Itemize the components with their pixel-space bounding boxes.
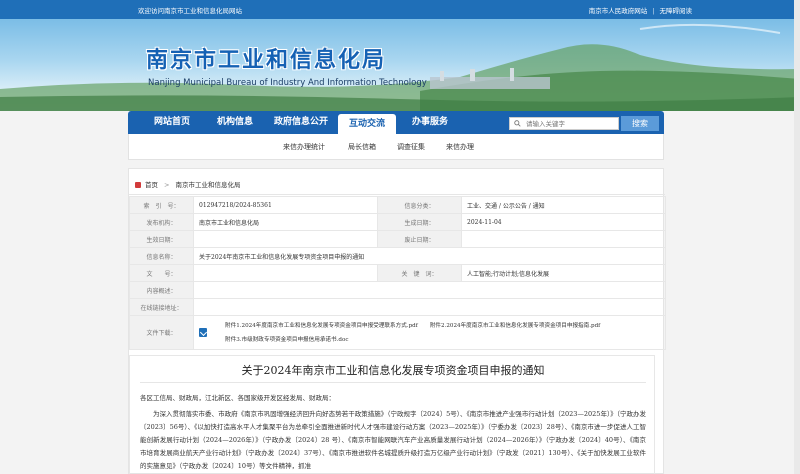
docno-label: 文 号： <box>129 264 194 282</box>
summary-label: 内容概述： <box>129 281 194 299</box>
document-paragraph: 为深入贯彻落实市委、市政府《南京市巩固增强经济回升向好态势若干政策措施》（宁政规… <box>140 410 646 470</box>
issuer-value: 南京市工业和信息化局 <box>193 213 378 231</box>
effective-value <box>193 230 378 248</box>
category-value: 工业、交通 / 公示公告 / 通知 <box>461 196 666 214</box>
download-icon <box>199 328 207 337</box>
attachment-link[interactable]: 附件1.2024年度南京市工业和信息化发展专项资金项目申报受理联系方式.pdf <box>225 323 418 329</box>
name-value: 关于2024年南京市工业和信息化发展专项资金项目申报的通知 <box>193 247 666 265</box>
info-meta-table: 索 引 号： 012947218/2024-85361 信息分类： 工业、交通 … <box>129 196 666 350</box>
nav-org-info[interactable]: 机构信息 <box>206 111 264 134</box>
breadcrumb-home[interactable]: 首页 <box>145 181 158 189</box>
top-bar: 欢迎访问南京市工业和信息化局网站 南京市人民政府网站 | 无障碍阅读 <box>0 0 800 19</box>
site-title-english: Nanjing Municipal Bureau of Industry And… <box>148 78 427 88</box>
issuer-label: 发布机构： <box>129 213 194 231</box>
summary-value <box>193 281 666 299</box>
keywords-value: 人工智能;行动计划;信息化发展 <box>461 264 666 282</box>
subnav-survey[interactable]: 调查征集 <box>397 142 425 152</box>
content-panel: 首页 > 南京市工业和信息化局 索 引 号： 012947218/2024-8536… <box>128 168 666 474</box>
breadcrumb: 首页 > 南京市工业和信息化局 <box>135 179 240 189</box>
gov-site-link[interactable]: 南京市人民政府网站 <box>589 7 648 15</box>
home-icon <box>135 182 141 188</box>
subnav-handling[interactable]: 来信办理 <box>446 142 474 152</box>
online-link-value <box>193 298 666 316</box>
document-text: 各区工信局、财政局，江北新区、各国家级开发区经发局、财政局： 为深入贯彻落实市委… <box>140 392 646 474</box>
date-value: 2024-11-04 <box>461 213 666 231</box>
search-icon <box>514 120 521 127</box>
document-title: 关于2024年南京市工业和信息化发展专项资金项目申报的通知 <box>241 364 545 377</box>
nav-interaction[interactable]: 互动交流 <box>338 114 396 134</box>
attachment-list: 附件1.2024年度南京市工业和信息化发展专项资金项目申报受理联系方式.pdf 附… <box>225 319 612 347</box>
breadcrumb-current[interactable]: 南京市工业和信息化局 <box>175 181 240 189</box>
online-link-label: 在线链接地址： <box>129 298 194 316</box>
welcome-text: 欢迎访问南京市工业和信息化局网站 <box>138 7 242 15</box>
name-label: 信息名称： <box>129 247 194 265</box>
category-label: 信息分类： <box>377 196 462 214</box>
search-input[interactable] <box>526 118 618 129</box>
keywords-label: 关 键 词： <box>377 264 462 282</box>
nav-services[interactable]: 办事服务 <box>400 111 460 134</box>
search-box <box>509 117 619 130</box>
header-banner: 南京市工业和信息化局 Nanjing Municipal Bureau of I… <box>0 19 800 111</box>
sub-nav: 来信办理统计 局长信箱 调查征集 来信办理 <box>128 134 664 160</box>
banner-landscape-image <box>0 23 800 111</box>
nav-home[interactable]: 网站首页 <box>142 111 202 134</box>
site-title: 南京市工业和信息化局 <box>146 47 387 73</box>
effective-label: 生效日期： <box>129 230 194 248</box>
subnav-mailbox[interactable]: 局长信箱 <box>348 142 376 152</box>
index-value: 012947218/2024-85361 <box>193 196 378 214</box>
docno-value <box>193 264 378 282</box>
document-greeting: 各区工信局、财政局，江北新区、各国家级开发区经发局、财政局： <box>140 394 335 402</box>
nav-gov-info[interactable]: 政府信息公开 <box>268 111 334 134</box>
subnav-stats[interactable]: 来信办理统计 <box>283 142 325 152</box>
scrollbar-track[interactable] <box>794 0 800 474</box>
index-label: 索 引 号： <box>129 196 194 214</box>
download-label: 文件下载： <box>129 315 194 350</box>
document-body-panel: 关于2024年南京市工业和信息化发展专项资金项目申报的通知 各区工信局、财政局，… <box>129 355 655 474</box>
abolish-value <box>461 230 666 248</box>
attachment-link[interactable]: 附件3.市级财政专项资金项目申报信用承诺书.doc <box>225 337 348 343</box>
download-cell: 附件1.2024年度南京市工业和信息化发展专项资金项目申报受理联系方式.pdf 附… <box>193 315 666 350</box>
search-button[interactable]: 搜索 <box>621 116 659 131</box>
abolish-label: 废止日期： <box>377 230 462 248</box>
attachment-link[interactable]: 附件2.2024年度南京市工业和信息化发展专项资金项目申报指南.pdf <box>430 323 600 329</box>
top-links: 南京市人民政府网站 | 无障碍阅读 <box>588 7 693 15</box>
date-label: 生成日期： <box>377 213 462 231</box>
accessibility-link[interactable]: 无障碍阅读 <box>660 7 693 15</box>
